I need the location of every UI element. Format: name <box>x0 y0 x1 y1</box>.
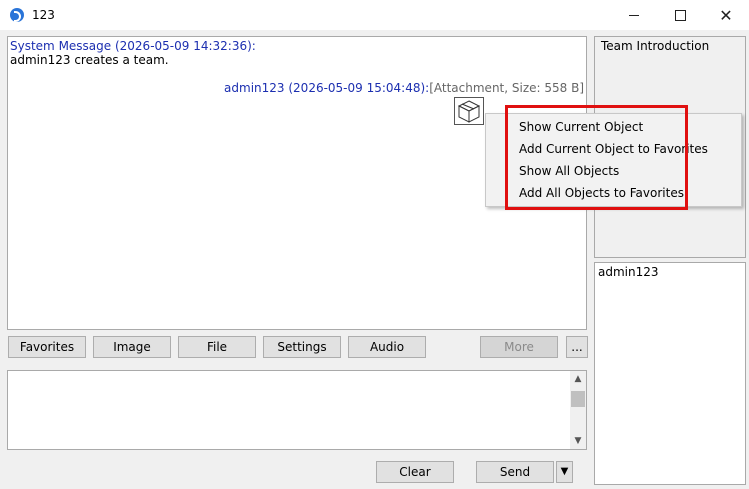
scroll-thumb[interactable] <box>571 391 585 407</box>
close-icon: ✕ <box>719 5 733 25</box>
more-button[interactable]: More <box>480 336 558 358</box>
title-bar: 123 ✕ <box>0 0 749 30</box>
audio-button[interactable]: Audio <box>348 336 426 358</box>
more-options-button[interactable]: ... <box>566 336 588 358</box>
minimize-icon <box>629 14 639 16</box>
cube-icon[interactable] <box>454 97 484 125</box>
close-button[interactable]: ✕ <box>703 0 749 30</box>
team-introduction-title: Team Introduction <box>601 39 710 53</box>
maximize-button[interactable] <box>657 0 703 30</box>
settings-button[interactable]: Settings <box>263 336 341 358</box>
minimize-button[interactable] <box>611 0 657 30</box>
system-message-body: admin123 creates a team. <box>10 53 169 67</box>
app-logo-icon <box>10 8 24 22</box>
favorites-button[interactable]: Favorites <box>8 336 86 358</box>
scroll-down-icon[interactable]: ▼ <box>570 433 586 449</box>
send-button[interactable]: Send <box>476 461 554 483</box>
image-button[interactable]: Image <box>93 336 171 358</box>
highlight-annotation <box>505 105 688 210</box>
scroll-up-icon[interactable]: ▲ <box>570 371 586 387</box>
member-list[interactable]: admin123 <box>594 262 746 485</box>
attachment-label[interactable]: [Attachment, Size: 558 B] <box>429 81 584 95</box>
member-item[interactable]: admin123 <box>598 265 659 279</box>
user-message-header: admin123 (2026-05-09 15:04:48):[Attachme… <box>224 81 584 95</box>
system-message-header: System Message (2026-05-09 14:32:36): <box>10 39 256 53</box>
clear-button[interactable]: Clear <box>376 461 454 483</box>
send-dropdown-button[interactable]: ▼ <box>556 461 573 483</box>
input-scrollbar[interactable]: ▲ ▼ <box>570 371 586 449</box>
window-title: 123 <box>32 8 55 22</box>
maximize-icon <box>674 9 686 21</box>
file-button[interactable]: File <box>178 336 256 358</box>
user-message-sender: admin123 (2026-05-09 15:04:48): <box>224 81 430 95</box>
message-input[interactable]: ▲ ▼ <box>7 370 587 450</box>
